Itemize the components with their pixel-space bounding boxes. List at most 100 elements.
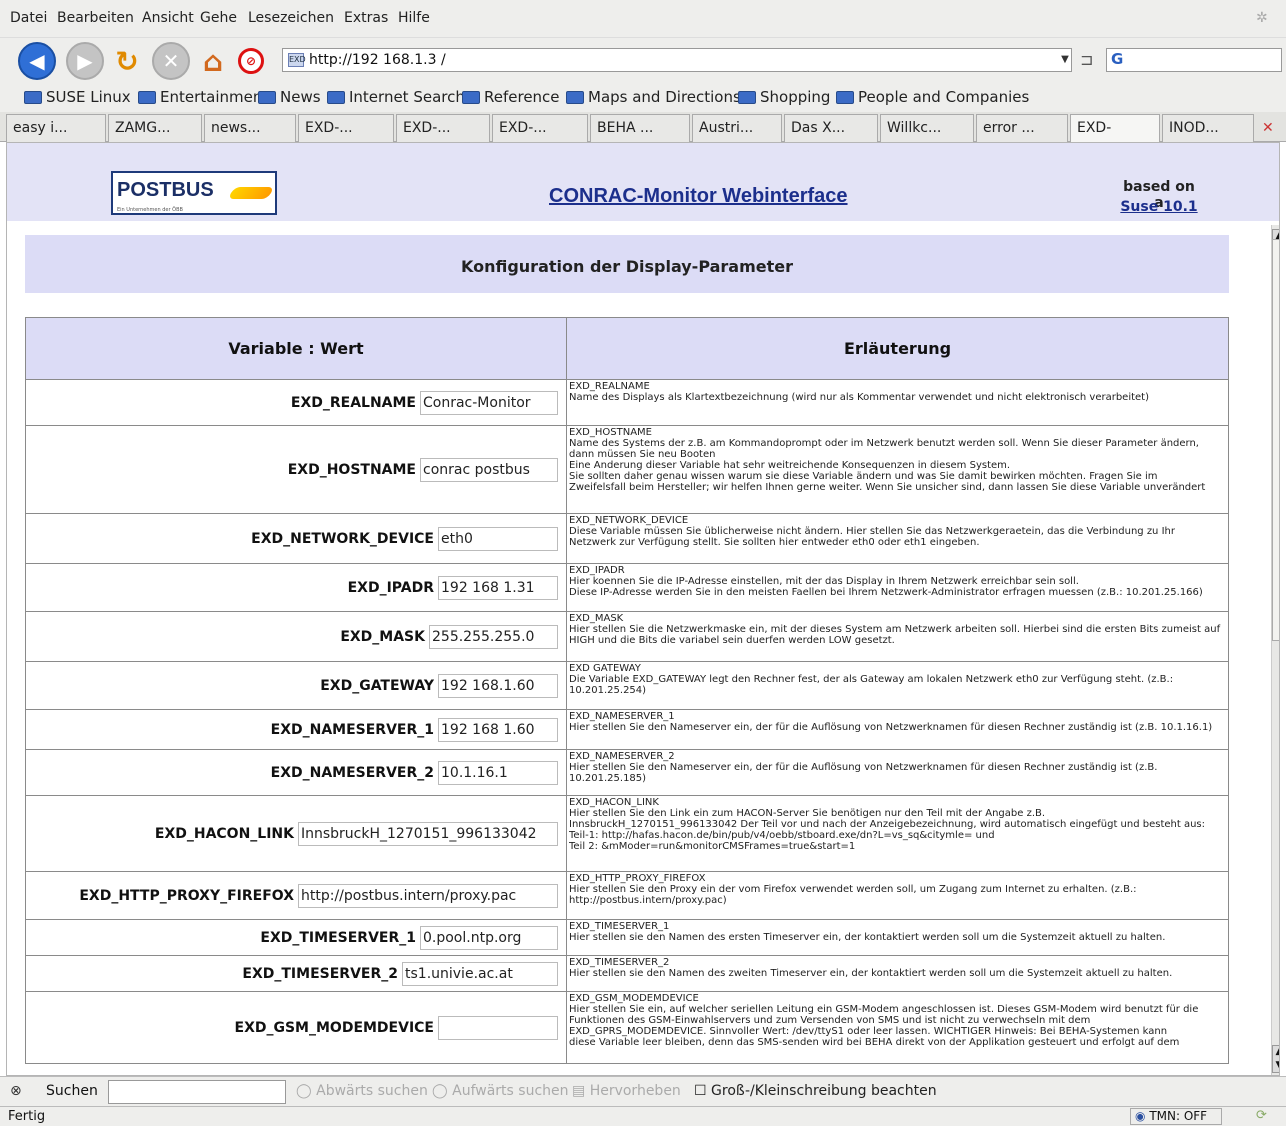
- variable-value-input[interactable]: [438, 1015, 558, 1040]
- variable-value-input[interactable]: [402, 961, 558, 986]
- explanation-line: Hier stellen Sie die Netzwerkmaske ein, …: [569, 624, 1221, 635]
- explanation-line: EXD_GPRS_MODEMDEVICE. Sinnvoller Wert: /…: [569, 1026, 1168, 1037]
- match-case-checkbox[interactable]: ☐ Groß-/Kleinschreibung beachten: [694, 1083, 937, 1099]
- tab-0[interactable]: easy i...: [6, 114, 106, 142]
- folder-icon: [462, 90, 480, 104]
- tab-8[interactable]: Das X...: [784, 114, 878, 142]
- bookmark-shopping[interactable]: Shopping: [738, 88, 830, 106]
- variable-name: EXD_GSM_MODEMDEVICE: [234, 1019, 435, 1036]
- menu-ansicht[interactable]: Ansicht: [142, 10, 194, 26]
- tab-10[interactable]: error ...: [976, 114, 1068, 142]
- scroll-down-icon[interactable]: ▲▼: [1272, 1045, 1279, 1073]
- variable-name: EXD_GATEWAY: [320, 677, 434, 694]
- highlight-button[interactable]: ▤ Hervorheben: [572, 1083, 681, 1099]
- find-down-button[interactable]: ◯ Abwärts suchen: [296, 1083, 428, 1099]
- variable-value-input[interactable]: [420, 390, 558, 415]
- variable-value-input[interactable]: [438, 760, 558, 785]
- reload-icon[interactable]: ↻: [108, 42, 146, 80]
- variable-value-input[interactable]: [429, 624, 558, 649]
- back-icon[interactable]: ◀: [18, 42, 56, 80]
- explanation-cell: EXD_REALNAME Name des Displays als Klarte…: [566, 379, 1229, 426]
- table-row: EXD_HACON_LINKEXD_HACON_LINKHier stellen…: [25, 795, 1229, 872]
- variable-cell: EXD_IPADR: [25, 563, 567, 612]
- bookmark-reference[interactable]: Reference: [462, 88, 560, 106]
- explanation-line: Name des Systems der z.B. am Kommandopro…: [569, 438, 1199, 449]
- explanation-cell: EXD_HOSTNAME Name des Systems der z.B. am…: [566, 425, 1229, 514]
- folder-icon: [566, 90, 584, 104]
- suse-link[interactable]: Suse 10.1: [1119, 199, 1199, 215]
- variable-cell: EXD_NAMESERVER_1: [25, 709, 567, 750]
- tmn-status[interactable]: ◉ TMN: OFF: [1130, 1108, 1222, 1125]
- url-dropdown-icon[interactable]: ▼: [1058, 50, 1072, 70]
- folder-icon: [327, 90, 345, 104]
- table-row: EXD_GSM_MODEMDEVICE EXD_GSM_MODEMDEVICE Hi…: [25, 991, 1229, 1064]
- variable-value-input[interactable]: [438, 575, 558, 600]
- config-table: Variable : Wert Erläuterung EXD_REALNAME…: [25, 317, 1229, 1064]
- close-findbar-icon[interactable]: ⊗: [10, 1083, 22, 1099]
- app-title-link[interactable]: CONRAC-Monitor Webinterface: [549, 185, 848, 208]
- explanation-cell: EXD_TIMESERVER_1 Hier stellen sie den Nam…: [566, 919, 1229, 956]
- table-row: EXD_REALNAMEEXD_REALNAMEName des Display…: [25, 379, 1229, 426]
- go-icon[interactable]: ⊐: [1080, 50, 1093, 69]
- menu-gehe[interactable]: Gehe: [200, 10, 237, 26]
- menu-hilfe[interactable]: Hilfe: [398, 10, 430, 26]
- explanation-line: Hier stellen Sie den Nameserver ein, der…: [569, 722, 1213, 733]
- variable-value-input[interactable]: [420, 457, 558, 482]
- tab-12[interactable]: INOD...: [1162, 114, 1254, 142]
- variable-value-input[interactable]: [438, 717, 558, 742]
- menu-lesezeichen[interactable]: Lesezeichen: [248, 10, 334, 26]
- variable-name: EXD_NETWORK_DEVICE: [251, 530, 434, 547]
- scrollbar-thumb[interactable]: [1272, 239, 1279, 641]
- variable-value-input[interactable]: [438, 526, 558, 551]
- variable-value-input[interactable]: [298, 821, 558, 846]
- explanation-line: Teil-1: http://hafas.hacon.de/bin/pub/v4…: [569, 830, 995, 841]
- find-label: Suchen: [46, 1083, 98, 1099]
- variable-name: EXD_HACON_LINK: [154, 825, 294, 842]
- variable-cell: EXD_NETWORK_DEVICE: [25, 513, 567, 564]
- explanation-line: Hier stellen Sie ein, auf welcher seriel…: [569, 1004, 1199, 1015]
- explanation-line: EXD GATEWAY: [569, 663, 641, 674]
- bookmark-maps[interactable]: Maps and Directions: [566, 88, 741, 106]
- logo-text: POSTBUS: [117, 179, 214, 201]
- addon-icon[interactable]: ⟳: [1256, 1108, 1267, 1123]
- close-tab-icon[interactable]: ✕: [1262, 120, 1274, 136]
- stop-icon[interactable]: ✕: [152, 42, 190, 80]
- tab-2[interactable]: news...: [204, 114, 296, 142]
- tab-4[interactable]: EXD-...: [396, 114, 490, 142]
- variable-name: EXD_NAMESERVER_1: [270, 721, 434, 738]
- variable-value-input[interactable]: [420, 925, 558, 950]
- explanation-line: Funktionen des GSM-Einwahlservers und zu…: [569, 1015, 1091, 1026]
- forward-icon[interactable]: ▶: [66, 42, 104, 80]
- tab-9[interactable]: Willkc...: [880, 114, 974, 142]
- explanation-line: Hier stellen sie den Namen des zweiten T…: [569, 968, 1173, 979]
- home-icon[interactable]: ⌂: [194, 42, 232, 80]
- tab-1[interactable]: ZAMG...: [108, 114, 202, 142]
- menu-bearbeiten[interactable]: Bearbeiten: [57, 10, 134, 26]
- find-up-button[interactable]: ◯ Aufwärts suchen: [432, 1083, 569, 1099]
- explanation-cell: EXD_HTTP_PROXY_FIREFOX Hier stellen Sie d…: [566, 871, 1229, 920]
- explanation-line: EXD_HOSTNAME: [569, 427, 652, 438]
- tab-7[interactable]: Austri...: [692, 114, 782, 142]
- table-row: EXD_HTTP_PROXY_FIREFOXEXD_HTTP_PROXY_FIR…: [25, 871, 1229, 920]
- variable-value-input[interactable]: [298, 883, 558, 908]
- bookmark-news[interactable]: News: [258, 88, 321, 106]
- find-input[interactable]: [108, 1080, 286, 1104]
- tab-6[interactable]: BEHA ...: [590, 114, 690, 142]
- block-icon[interactable]: ⊘: [238, 48, 264, 74]
- tab-11-active[interactable]: EXD-: [1070, 114, 1160, 142]
- bookmark-people[interactable]: People and Companies: [836, 88, 1029, 106]
- bookmark-suse[interactable]: SUSE Linux: [24, 88, 131, 106]
- tmn-icon: ◉: [1135, 1109, 1146, 1123]
- variable-value-input[interactable]: [438, 673, 558, 698]
- menu-extras[interactable]: Extras: [344, 10, 388, 26]
- search-box[interactable]: G: [1106, 48, 1282, 72]
- bookmark-internet-search[interactable]: Internet Search: [327, 88, 465, 106]
- bookmark-entertainment[interactable]: Entertainment: [138, 88, 268, 106]
- variable-cell: EXD_GSM_MODEMDEVICE: [25, 991, 567, 1064]
- menu-datei[interactable]: Datei: [10, 10, 47, 26]
- variable-name: EXD_TIMESERVER_1: [260, 929, 416, 946]
- tab-3[interactable]: EXD-...: [298, 114, 394, 142]
- url-field[interactable]: EXD http://192 168.1.3 /: [282, 48, 1072, 72]
- tab-5[interactable]: EXD-...: [492, 114, 588, 142]
- variable-cell: EXD_TIMESERVER_2: [25, 955, 567, 992]
